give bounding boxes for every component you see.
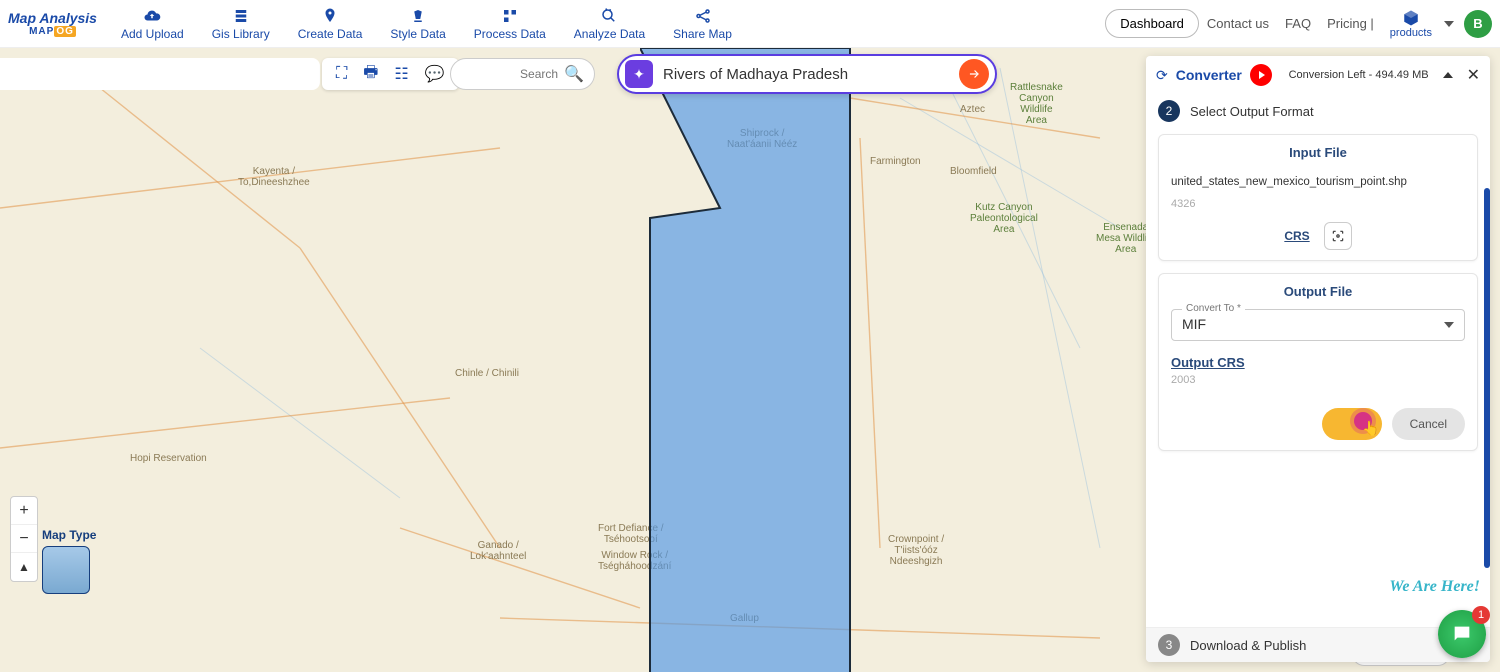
microscope-icon (409, 7, 427, 25)
zoom-out-button[interactable]: − (11, 525, 37, 553)
output-crs-link[interactable]: Output CRS (1171, 355, 1465, 370)
input-heading: Input File (1171, 145, 1465, 160)
chevron-down-icon (1444, 322, 1454, 328)
map-type-switcher: Map Type (42, 528, 96, 594)
map-selection-polygon (640, 48, 860, 672)
nav-analyze-data[interactable]: Analyze Data (574, 7, 645, 41)
close-icon[interactable]: ✕ (1467, 65, 1480, 85)
search-box[interactable]: 🔍 (450, 58, 595, 90)
step-2-header[interactable]: 2 Select Output Format (1146, 94, 1490, 128)
convert-button[interactable]: 👆 (1322, 408, 1382, 440)
chat-badge: 1 (1472, 606, 1490, 624)
chat-bubble-text: We Are Here! (1389, 578, 1480, 596)
input-file-name: united_states_new_mexico_tourism_point.s… (1171, 170, 1465, 194)
input-crs-value: 4326 (1171, 194, 1465, 214)
map-title: Rivers of Madhaya Pradesh (663, 66, 848, 83)
conversion-left: Conversion Left - 494.49 MB (1289, 69, 1429, 81)
map-title-pill: ✦ Rivers of Madhaya Pradesh (617, 54, 997, 94)
layers-icon (232, 7, 250, 25)
process-icon (501, 7, 519, 25)
analyze-icon (600, 7, 618, 25)
panel-header: ⟳ Converter Conversion Left - 494.49 MB … (1146, 56, 1490, 94)
nav-share-map[interactable]: Share Map (673, 7, 732, 41)
share-icon (694, 7, 712, 25)
north-arrow-button[interactable]: ▲ (11, 553, 37, 581)
map-label: Ganado /Lok'aahnteel (470, 540, 526, 562)
convert-to-label: Convert To * (1182, 303, 1245, 314)
map-label: Chinle / Chinili (455, 368, 519, 379)
dashboard-button[interactable]: Dashboard (1105, 9, 1199, 38)
input-file-card: Input File united_states_new_mexico_tour… (1158, 134, 1478, 261)
crs-scan-button[interactable] (1324, 222, 1352, 250)
arrow-right-icon (967, 67, 981, 81)
top-nav: Map Analysis MAPOG Add Upload Gis Librar… (0, 0, 1500, 48)
map-label: Crownpoint /T'iists'óózNdeeshgizh (888, 534, 944, 567)
measure-icon[interactable]: ☷ (394, 64, 408, 84)
chevron-up-icon[interactable] (1443, 72, 1453, 78)
map-label: Hopi Reservation (130, 453, 207, 464)
nav-add-upload[interactable]: Add Upload (121, 7, 184, 41)
output-file-card: Output File Convert To * MIF Output CRS … (1158, 273, 1478, 451)
pricing-link[interactable]: Pricing | (1327, 16, 1374, 31)
search-icon[interactable]: 🔍 (564, 64, 584, 84)
nav-create-data[interactable]: Create Data (298, 7, 363, 41)
chat-icon (1451, 623, 1473, 645)
search-input[interactable] (461, 67, 558, 81)
map-label: Kutz CanyonPaleontologicalArea (970, 202, 1038, 235)
nav-process-data[interactable]: Process Data (474, 7, 546, 41)
faq-link[interactable]: FAQ (1285, 16, 1311, 31)
reload-icon[interactable]: ⟳ (1156, 67, 1168, 84)
cloud-upload-icon (143, 7, 161, 25)
print-icon[interactable]: 🖶 (363, 61, 378, 88)
map-label: RattlesnakeCanyonWildlifeArea (1010, 82, 1063, 126)
crosshair-icon (1331, 229, 1345, 243)
step-2-badge: 2 (1158, 100, 1180, 122)
brand-logo[interactable]: Map Analysis MAPOG (8, 10, 97, 37)
convert-to-select[interactable]: Convert To * MIF (1171, 309, 1465, 341)
map-type-thumb[interactable] (42, 546, 90, 594)
step-2-label: Select Output Format (1190, 104, 1314, 119)
comment-icon[interactable]: 💬 (425, 64, 445, 84)
step-3-label: Download & Publish (1190, 638, 1306, 653)
chat-button[interactable]: 1 (1438, 610, 1486, 658)
map-type-label: Map Type (42, 528, 96, 542)
map-toolbar: ⛶ 🖶 ☷ 💬 (322, 58, 459, 90)
crs-link[interactable]: CRS (1284, 229, 1309, 243)
cursor-icon: 👆 (1362, 420, 1379, 437)
fullscreen-icon[interactable]: ⛶ (336, 65, 347, 83)
brand-title: Map Analysis (8, 10, 97, 26)
zoom-control: + − ▲ (10, 496, 38, 582)
output-heading: Output File (1171, 284, 1465, 299)
pin-icon (321, 7, 339, 25)
step-3-badge: 3 (1158, 634, 1180, 656)
nav-gis-library[interactable]: Gis Library (212, 7, 270, 41)
converter-panel: ⟳ Converter Conversion Left - 494.49 MB … (1146, 56, 1490, 662)
user-avatar[interactable]: B (1464, 10, 1492, 38)
youtube-icon[interactable] (1250, 64, 1272, 86)
convert-to-value: MIF (1182, 316, 1206, 332)
cancel-button[interactable]: Cancel (1392, 408, 1465, 440)
contact-link[interactable]: Contact us (1207, 16, 1269, 31)
panel-title: Converter (1176, 67, 1242, 83)
sparkle-icon[interactable]: ✦ (625, 60, 653, 88)
toolbar-strip (0, 58, 320, 90)
map-label: Kayenta /To,Dineeshzhee (238, 166, 310, 188)
products-menu[interactable]: products (1390, 9, 1432, 39)
map-label: Bloomfield (950, 166, 997, 177)
brand-subtitle: MAPOG (29, 26, 76, 37)
user-menu-caret-icon[interactable] (1444, 21, 1454, 27)
zoom-in-button[interactable]: + (11, 497, 37, 525)
cube-icon (1402, 9, 1420, 27)
go-button[interactable] (959, 59, 989, 89)
nav-style-data[interactable]: Style Data (390, 7, 445, 41)
panel-scrollbar[interactable] (1484, 188, 1490, 568)
output-crs-value: 2003 (1171, 370, 1465, 390)
map-label: Aztec (960, 104, 985, 115)
map-label: Farmington (870, 156, 921, 167)
